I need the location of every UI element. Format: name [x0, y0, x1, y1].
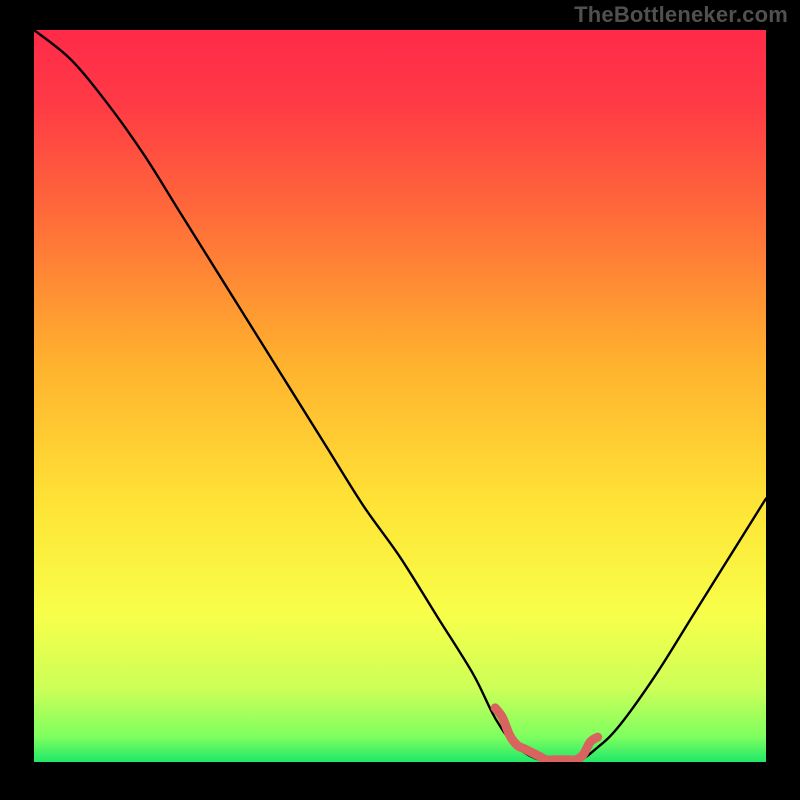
- bottleneck-chart: [34, 30, 766, 762]
- watermark-text: TheBottleneker.com: [574, 2, 788, 28]
- gradient-background: [34, 30, 766, 762]
- chart-frame: TheBottleneker.com: [0, 0, 800, 800]
- plot-area: [34, 30, 766, 762]
